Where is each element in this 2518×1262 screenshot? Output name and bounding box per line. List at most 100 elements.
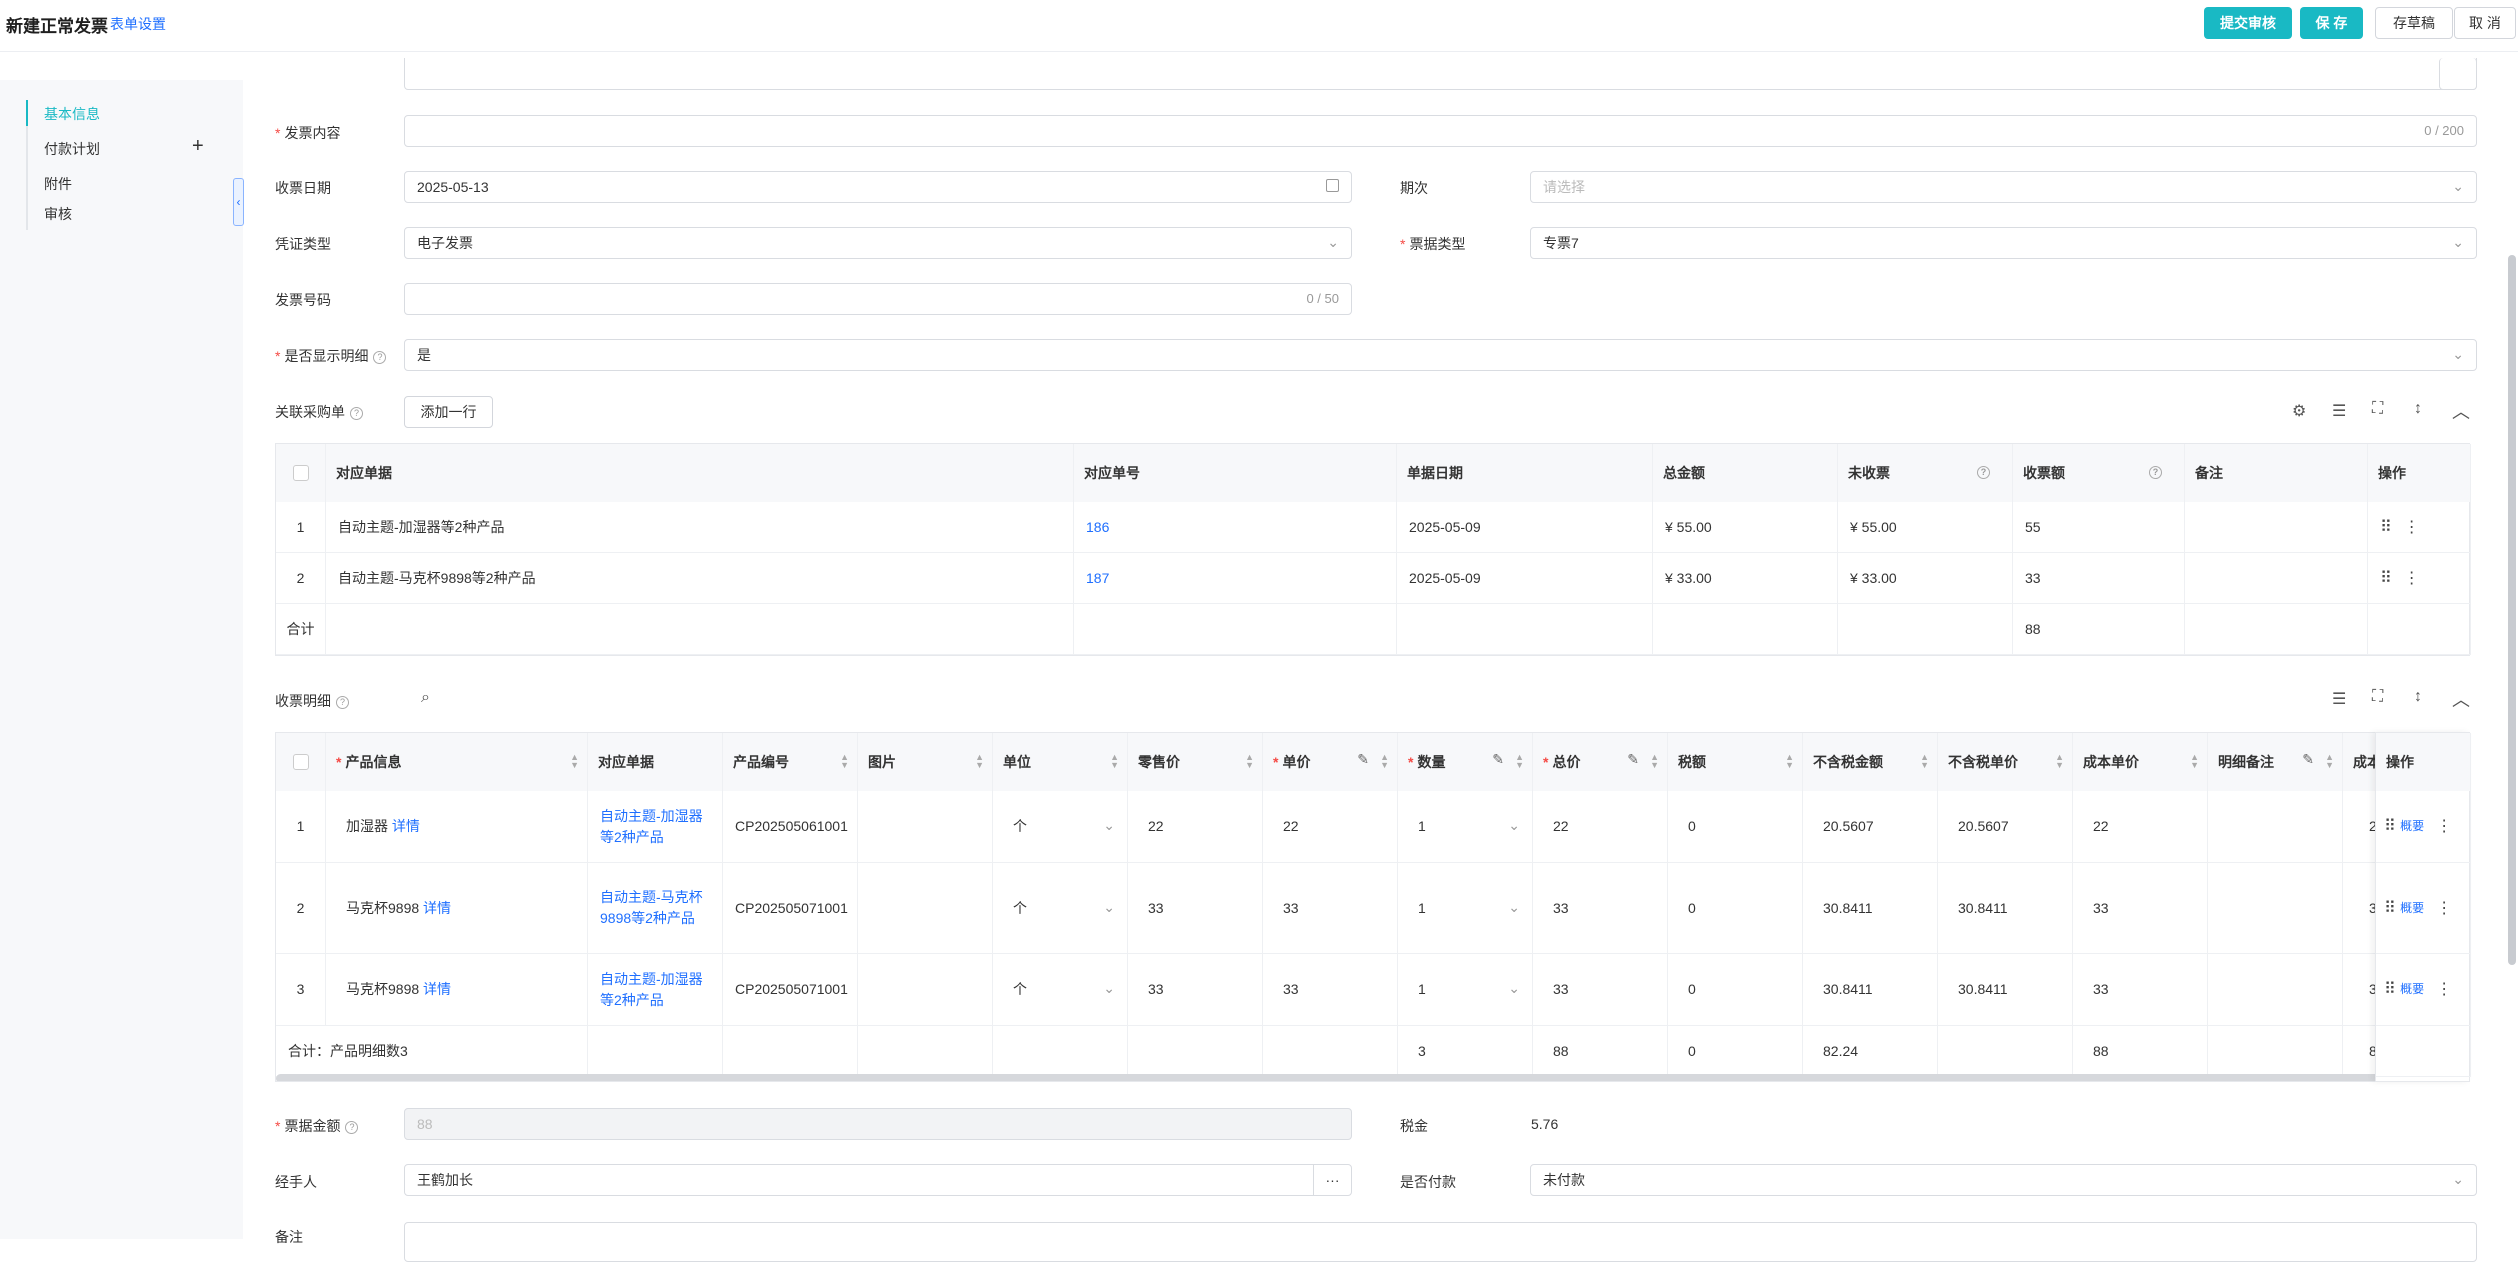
quantity-select[interactable]: 1 ⌄	[1398, 954, 1533, 1026]
detail-link[interactable]: 详情	[392, 816, 420, 837]
edit-icon[interactable]: ✎	[2302, 751, 2314, 768]
sort-icon[interactable]: ▲ ▼	[1650, 753, 1659, 770]
quantity-select[interactable]: 1 ⌄	[1398, 863, 1533, 954]
edit-icon[interactable]: ✎	[1357, 751, 1369, 768]
detail-remark-input[interactable]	[2208, 954, 2343, 1026]
unit-price-input[interactable]: 33	[1263, 863, 1398, 954]
column-height-icon[interactable]: ☰	[2332, 401, 2346, 421]
detail-remark-input[interactable]	[2208, 863, 2343, 954]
billed-amount-input[interactable]: 33	[2013, 553, 2185, 604]
summary-link[interactable]: 概要	[2400, 979, 2424, 1000]
sort-icon[interactable]: ▲ ▼	[2325, 753, 2334, 770]
paid-status-select[interactable]: 未付款 ⌄	[1530, 1164, 2477, 1196]
unit-price-input[interactable]: 33	[1263, 954, 1398, 1026]
form-setting-link[interactable]: 表单设置	[110, 14, 166, 34]
summary-link[interactable]: 概要	[2400, 816, 2424, 837]
remark-input[interactable]	[2185, 502, 2368, 553]
sort-vertical-icon[interactable]: ↕	[2414, 400, 2422, 418]
period-select[interactable]: 请选择 ⌄	[1530, 171, 2477, 203]
show-detail-select[interactable]: 是 ⌄	[404, 339, 2477, 371]
sort-icon[interactable]: ▲ ▼	[1785, 753, 1794, 770]
more-icon[interactable]: ⋮	[2436, 816, 2452, 837]
sidebar-item-payment-plan[interactable]: 付款计划	[44, 139, 100, 159]
sort-icon[interactable]: ▲ ▼	[1515, 753, 1524, 770]
receipt-date-input[interactable]: 2025-05-13	[404, 171, 1352, 203]
chevron-up-icon[interactable]: ︿	[2452, 398, 2470, 424]
vertical-scrollbar[interactable]	[2508, 255, 2516, 965]
sidebar-item-attachment[interactable]: 附件	[44, 174, 72, 194]
select-all-checkbox[interactable]	[292, 465, 309, 481]
sort-icon[interactable]: ▲ ▼	[2190, 753, 2199, 770]
help-icon[interactable]: ?	[345, 1121, 359, 1134]
edit-icon[interactable]: ✎	[1492, 751, 1504, 768]
sort-icon[interactable]: ▲ ▼	[1110, 753, 1119, 770]
fullscreen-icon[interactable]: ⛶	[2372, 400, 2383, 418]
chevron-left-icon[interactable]: ‹	[233, 178, 244, 226]
sort-icon[interactable]: ▲ ▼	[1380, 753, 1389, 770]
help-icon[interactable]: ?	[350, 407, 363, 420]
more-icon[interactable]: ⋮	[2404, 517, 2420, 538]
submit-review-button[interactable]: 提交审核	[2204, 7, 2292, 39]
total-price-input[interactable]: 33	[1533, 954, 1668, 1026]
more-icon[interactable]: ···	[1313, 1164, 1352, 1196]
sort-icon[interactable]: ▲ ▼	[975, 753, 984, 770]
billed-amount-input[interactable]: 55	[2013, 502, 2185, 553]
column-height-icon[interactable]: ☰	[2332, 689, 2346, 709]
drag-handle-icon[interactable]: ⠿	[2384, 898, 2396, 919]
more-icon[interactable]: ⋮	[2436, 898, 2452, 919]
help-icon[interactable]: ?	[1977, 466, 1990, 479]
more-icon[interactable]: ⋮	[2404, 568, 2420, 589]
sort-icon[interactable]: ▲ ▼	[840, 753, 849, 770]
unit-select[interactable]: 个 ⌄	[993, 863, 1128, 954]
remark-input[interactable]	[2185, 553, 2368, 604]
detail-link[interactable]: 详情	[423, 898, 451, 919]
drag-handle-icon[interactable]: ⠿	[2384, 979, 2396, 1000]
select-all-checkbox[interactable]	[292, 754, 309, 770]
invoice-number-input[interactable]: 0 / 50	[404, 283, 1352, 315]
hidden-field-button[interactable]	[2439, 58, 2477, 90]
quantity-select[interactable]: 1 ⌄	[1398, 791, 1533, 863]
chevron-up-icon[interactable]: ︿	[2452, 686, 2470, 712]
drag-handle-icon[interactable]: ⠿	[2380, 517, 2392, 538]
sort-icon[interactable]: ▲ ▼	[2055, 753, 2064, 770]
add-row-button[interactable]: 添加一行	[404, 396, 493, 428]
total-price-input[interactable]: 22	[1533, 791, 1668, 863]
sidebar-item-review[interactable]: 审核	[44, 204, 72, 224]
save-button[interactable]: 保 存	[2300, 7, 2363, 39]
doc-link[interactable]: 自动主题-加湿器等2种产品	[588, 791, 723, 863]
sidebar-item-basic-info[interactable]: 基本信息	[44, 104, 100, 124]
doc-link[interactable]: 自动主题-马克杯9898等2种产品	[588, 863, 723, 954]
voucher-type-select[interactable]: 电子发票 ⌄	[404, 227, 1352, 259]
help-icon[interactable]: ?	[2149, 466, 2162, 479]
plus-icon[interactable]: +	[192, 135, 204, 158]
doc-number-link[interactable]: 187	[1074, 553, 1397, 604]
horizontal-scrollbar[interactable]	[276, 1074, 2378, 1081]
more-icon[interactable]: ⋮	[2436, 979, 2452, 1000]
fullscreen-icon[interactable]: ⛶	[2372, 688, 2383, 706]
invoice-content-input[interactable]: 0 / 200	[404, 115, 2477, 147]
unit-select[interactable]: 个 ⌄	[993, 954, 1128, 1026]
sort-icon[interactable]: ▲ ▼	[1245, 753, 1254, 770]
hidden-field[interactable]	[404, 58, 2477, 90]
ticket-type-select[interactable]: 专票7 ⌄	[1530, 227, 2477, 259]
save-draft-button[interactable]: 存草稿	[2375, 7, 2453, 39]
sort-icon[interactable]: ▲ ▼	[570, 753, 579, 770]
sort-vertical-icon[interactable]: ↕	[2414, 688, 2422, 706]
drag-handle-icon[interactable]: ⠿	[2380, 568, 2392, 589]
summary-link[interactable]: 概要	[2400, 898, 2424, 919]
search-icon[interactable]: ⌕	[421, 689, 430, 707]
sort-icon[interactable]: ▲ ▼	[1920, 753, 1929, 770]
doc-number-link[interactable]: 186	[1074, 502, 1397, 553]
edit-icon[interactable]: ✎	[1627, 751, 1639, 768]
detail-remark-input[interactable]	[2208, 791, 2343, 863]
detail-link[interactable]: 详情	[423, 979, 451, 1000]
unit-price-input[interactable]: 22	[1263, 791, 1398, 863]
gear-icon[interactable]: ⚙	[2292, 401, 2306, 421]
help-icon[interactable]: ?	[373, 351, 387, 364]
doc-link[interactable]: 自动主题-加湿器等2种产品	[588, 954, 723, 1026]
total-price-input[interactable]: 33	[1533, 863, 1668, 954]
remark-textarea[interactable]	[404, 1222, 2477, 1262]
unit-select[interactable]: 个 ⌄	[993, 791, 1128, 863]
drag-handle-icon[interactable]: ⠿	[2384, 816, 2396, 837]
help-icon[interactable]: ?	[336, 696, 349, 709]
